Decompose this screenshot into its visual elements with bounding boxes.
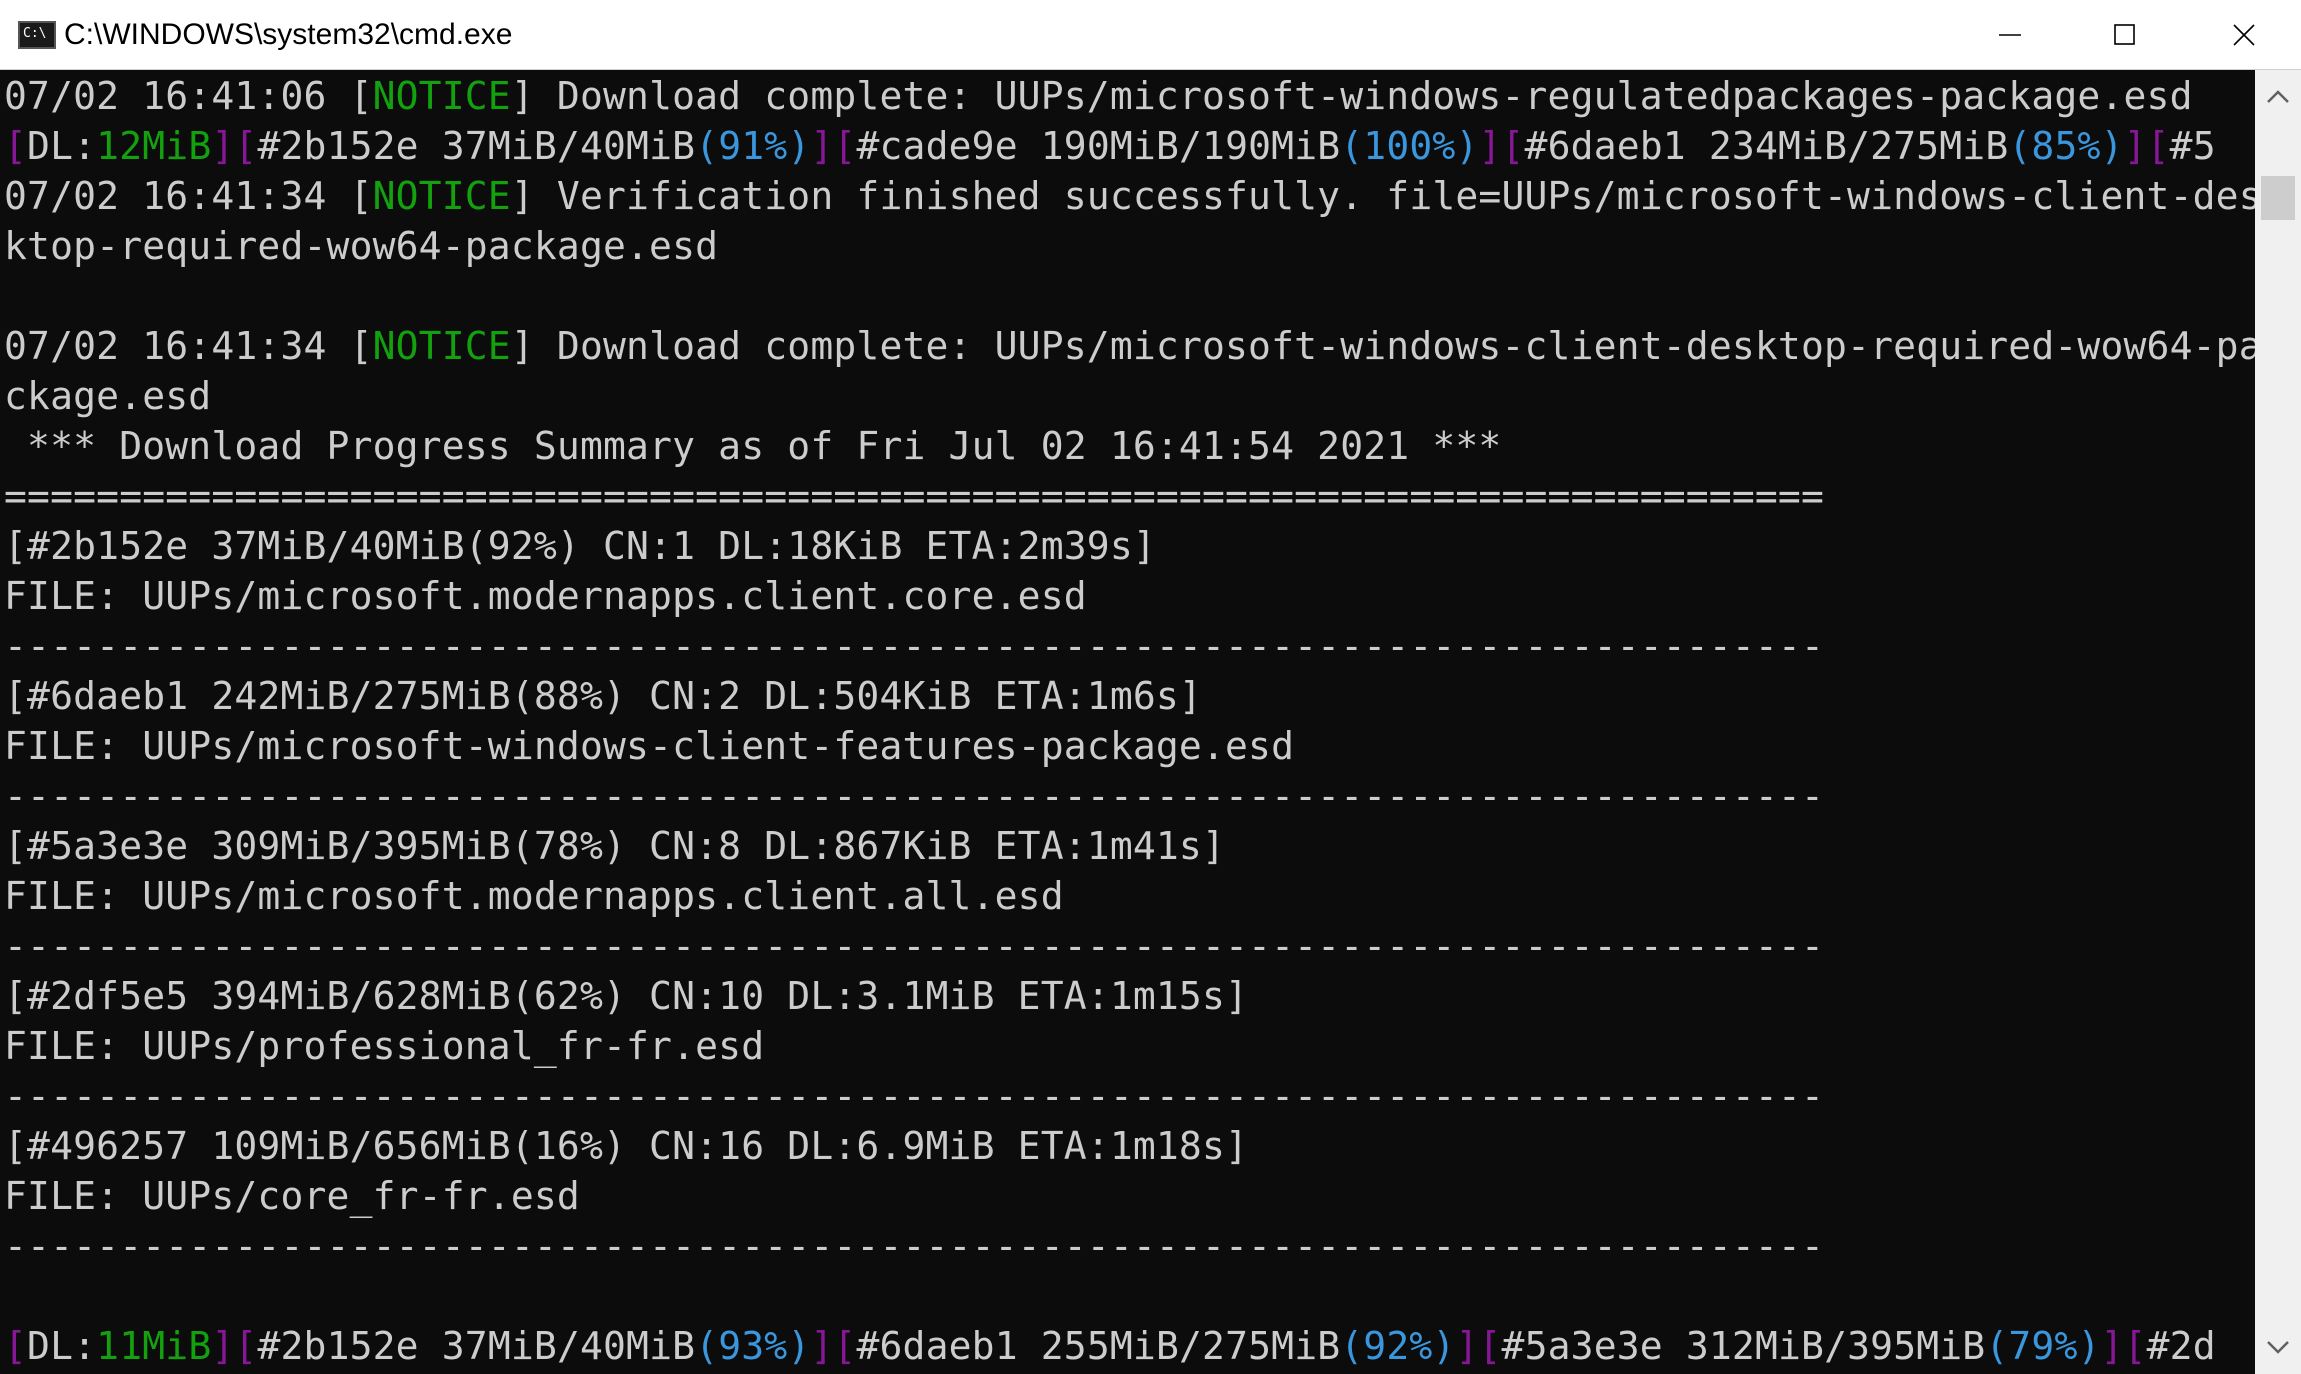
minimize-icon xyxy=(1998,34,2021,36)
console-text-segment: 07/02 16:41:34 [ xyxy=(4,174,373,218)
vertical-scrollbar[interactable] xyxy=(2255,70,2301,1374)
console-line: [#496257 109MiB/656MiB(16%) CN:16 DL:6.9… xyxy=(4,1121,1248,1171)
minimize-button[interactable] xyxy=(1952,0,2067,70)
console-text-segment: (85%) xyxy=(2008,124,2124,168)
console-text-segment: NOTICE xyxy=(372,74,511,118)
console-text-segment: ][ xyxy=(2123,124,2170,168)
console-text-segment: ][ xyxy=(810,1324,857,1368)
console-line: ========================================… xyxy=(4,471,1824,521)
console-text-segment: [#496257 109MiB/656MiB(16%) CN:16 DL:6.9… xyxy=(4,1124,1249,1168)
console-text-segment: FILE: UUPs/microsoft.modernapps.client.c… xyxy=(4,574,1087,618)
console-text-segment: (100%) xyxy=(1340,124,1479,168)
console-line: [DL:12MiB][#2b152e 37MiB/40MiB(91%)][#ca… xyxy=(4,121,2216,171)
console-line: 07/02 16:41:34 [NOTICE] Verification fin… xyxy=(4,171,2255,221)
console-line: ----------------------------------------… xyxy=(4,621,1824,671)
close-button[interactable] xyxy=(2186,0,2301,70)
console-text-segment: 07/02 16:41:06 [ xyxy=(4,74,373,118)
console-line: FILE: UUPs/microsoft-windows-client-feat… xyxy=(4,721,1294,771)
title-bar[interactable]: C:\ C:\WINDOWS\system32\cmd.exe xyxy=(0,0,2301,70)
console-text-segment: ][ xyxy=(2100,1324,2147,1368)
maximize-icon xyxy=(2113,24,2135,45)
window-title: C:\WINDOWS\system32\cmd.exe xyxy=(64,18,513,51)
console-line: FILE: UUPs/professional_fr-fr.esd xyxy=(4,1021,764,1071)
console-line: 07/02 16:41:34 [NOTICE] Download complet… xyxy=(4,321,2255,371)
console-text-segment: ][ xyxy=(810,124,857,168)
console-text-segment: ktop-required-wow64-package.esd xyxy=(4,224,719,268)
console-text-segment: ] Verification finished successfully. fi… xyxy=(510,174,2255,218)
console-text-segment: ----------------------------------------… xyxy=(4,774,1824,818)
console-text-segment: DL: xyxy=(27,124,97,168)
console-text-segment: [#2df5e5 394MiB/628MiB(62%) CN:10 DL:3.1… xyxy=(4,974,1249,1018)
console-text-segment: FILE: UUPs/microsoft.modernapps.client.a… xyxy=(4,874,1064,918)
scroll-up-arrow-icon xyxy=(2267,90,2289,103)
console-text-segment: #6daeb1 255MiB/275MiB xyxy=(856,1324,1341,1368)
console-text-segment: ckage.esd xyxy=(4,374,212,418)
console-text-segment: ] Download complete: UUPs/microsoft-wind… xyxy=(510,74,2193,118)
console-line: [#6daeb1 242MiB/275MiB(88%) CN:2 DL:504K… xyxy=(4,671,1202,721)
console-line: [#5a3e3e 309MiB/395MiB(78%) CN:8 DL:867K… xyxy=(4,821,1225,871)
scroll-down-button[interactable] xyxy=(2255,1324,2301,1370)
console-text-segment: 07/02 16:41:34 [ xyxy=(4,324,373,368)
console-text-segment: ----------------------------------------… xyxy=(4,924,1824,968)
console-line: FILE: UUPs/core_fr-fr.esd xyxy=(4,1171,580,1221)
console-text-segment: #5 xyxy=(2169,124,2216,168)
console-text-segment: ----------------------------------------… xyxy=(4,1224,1824,1268)
console-text-segment: (93%) xyxy=(695,1324,811,1368)
scroll-thumb[interactable] xyxy=(2261,176,2295,220)
cmd-app-icon[interactable]: C:\ xyxy=(18,21,56,49)
console-text-segment: (92%) xyxy=(1340,1324,1456,1368)
console-text-segment: #2b152e 37MiB/40MiB xyxy=(257,124,696,168)
console-text-segment: ][ xyxy=(211,124,258,168)
scroll-up-button[interactable] xyxy=(2255,74,2301,120)
console-text-segment: #6daeb1 234MiB/275MiB xyxy=(1524,124,2009,168)
console-text-segment: NOTICE xyxy=(372,174,511,218)
console-line: ckage.esd xyxy=(4,371,211,421)
maximize-button[interactable] xyxy=(2067,0,2182,70)
console-text-segment: FILE: UUPs/professional_fr-fr.esd xyxy=(4,1024,765,1068)
console-line: ----------------------------------------… xyxy=(4,921,1824,971)
console-text-segment: *** Download Progress Summary as of Fri … xyxy=(4,424,1502,468)
console-text-segment: (91%) xyxy=(695,124,811,168)
console-text-segment: #2b152e 37MiB/40MiB xyxy=(257,1324,696,1368)
console-text-segment: [ xyxy=(4,124,28,168)
console-line: 07/02 16:41:06 [NOTICE] Download complet… xyxy=(4,71,2193,121)
console-text-segment: #5a3e3e 312MiB/395MiB xyxy=(1501,1324,1986,1368)
console-line: ----------------------------------------… xyxy=(4,771,1824,821)
console-text-segment: DL: xyxy=(27,1324,97,1368)
console-line: [#2b152e 37MiB/40MiB(92%) CN:1 DL:18KiB … xyxy=(4,521,1156,571)
console-text-segment: 12MiB xyxy=(96,124,212,168)
console-text-segment: [#2b152e 37MiB/40MiB(92%) CN:1 DL:18KiB … xyxy=(4,524,1156,568)
console-text-segment: FILE: UUPs/core_fr-fr.esd xyxy=(4,1174,580,1218)
console-text-segment: ] Download complete: UUPs/microsoft-wind… xyxy=(510,324,2255,368)
console-line: ktop-required-wow64-package.esd xyxy=(4,221,718,271)
console-text-segment: NOTICE xyxy=(372,324,511,368)
console-text-segment: (79%) xyxy=(1985,1324,2101,1368)
console-text-segment: ][ xyxy=(211,1324,258,1368)
console-text-segment: ----------------------------------------… xyxy=(4,624,1824,668)
console-text-segment: [ xyxy=(4,1324,28,1368)
console-line: [DL:11MiB][#2b152e 37MiB/40MiB(93%)][#6d… xyxy=(4,1321,2216,1371)
console-text-segment: #2d xyxy=(2146,1324,2216,1368)
console-line: [#2df5e5 394MiB/628MiB(62%) CN:10 DL:3.1… xyxy=(4,971,1248,1021)
console-text-segment: ][ xyxy=(1478,124,1525,168)
console-output[interactable]: 07/02 16:41:06 [NOTICE] Download complet… xyxy=(0,70,2255,1374)
console-line: ----------------------------------------… xyxy=(4,1221,1824,1271)
scroll-down-arrow-icon xyxy=(2267,1341,2289,1354)
console-text-segment: ][ xyxy=(1455,1324,1502,1368)
console-text-segment: [#6daeb1 242MiB/275MiB(88%) CN:2 DL:504K… xyxy=(4,674,1202,718)
console-text-segment: ----------------------------------------… xyxy=(4,1074,1824,1118)
console-text-segment: [#5a3e3e 309MiB/395MiB(78%) CN:8 DL:867K… xyxy=(4,824,1226,868)
console-text-segment: #cade9e 190MiB/190MiB xyxy=(856,124,1341,168)
console-line: FILE: UUPs/microsoft.modernapps.client.c… xyxy=(4,571,1087,621)
console-text-segment: ========================================… xyxy=(4,474,1824,518)
console-line: ----------------------------------------… xyxy=(4,1071,1824,1121)
close-icon xyxy=(2232,24,2255,46)
console-text-segment: FILE: UUPs/microsoft-windows-client-feat… xyxy=(4,724,1295,768)
console-line: FILE: UUPs/microsoft.modernapps.client.a… xyxy=(4,871,1064,921)
console-line: *** Download Progress Summary as of Fri … xyxy=(4,421,1501,471)
console-text-segment: 11MiB xyxy=(96,1324,212,1368)
